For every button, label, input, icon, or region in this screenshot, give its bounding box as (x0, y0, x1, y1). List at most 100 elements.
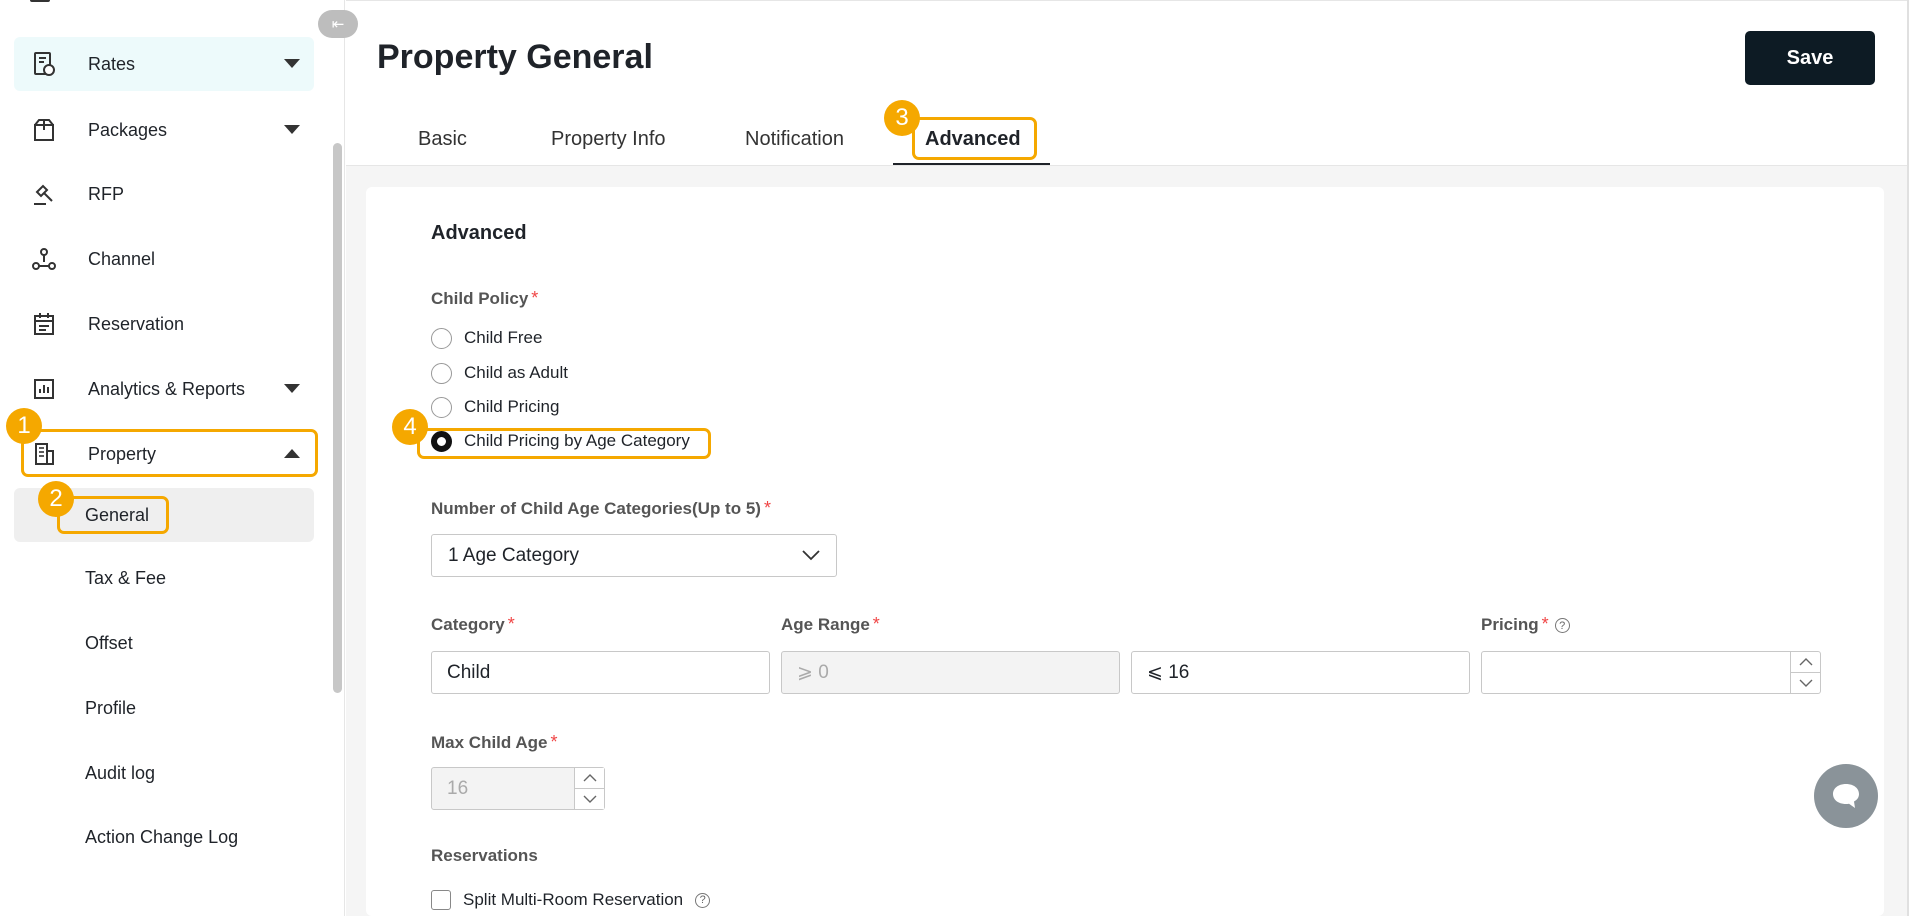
age-min-input: ⩾ 0 (781, 651, 1120, 694)
chevron-down-icon (1799, 679, 1812, 687)
split-multi-room-checkbox[interactable] (431, 890, 451, 910)
required-asterisk: * (531, 288, 539, 308)
radio-button[interactable] (431, 327, 452, 349)
max-child-age-stepper[interactable] (574, 768, 604, 809)
chevron-down-icon (284, 384, 300, 393)
chat-button[interactable] (1814, 764, 1878, 828)
sidebar-item-analytics[interactable]: Analytics & Reports (14, 362, 314, 416)
pricing-label-text: Pricing (1481, 615, 1539, 634)
required-asterisk: * (507, 614, 515, 634)
child-policy-label-text: Child Policy (431, 289, 529, 308)
input-value: 16 (447, 777, 469, 799)
step-badge-4: 4 (392, 409, 428, 445)
category-label-text: Category (431, 615, 505, 634)
num-categories-label: Number of Child Age Categories(Up to 5) * (431, 498, 771, 519)
input-value: ⩾ 0 (797, 662, 829, 683)
sidebar-item-rooms-partial[interactable] (14, 0, 314, 8)
chevron-down-icon (284, 59, 300, 68)
radio-label: Child Free (464, 328, 543, 347)
radio-label: Child as Adult (464, 363, 568, 382)
chat-bubble-icon (1833, 784, 1859, 808)
age-range-label: Age Range * (781, 614, 880, 635)
highlight-property (21, 429, 318, 477)
sidebar-subitem-tax-fee[interactable]: Tax & Fee (14, 551, 314, 605)
chevron-down-icon (284, 125, 300, 134)
rooms-icon (30, 0, 50, 2)
sidebar-subitem-label: Profile (85, 697, 137, 718)
radio-button[interactable] (431, 396, 452, 418)
bar-chart-icon (30, 375, 58, 403)
tab-notification[interactable]: Notification (745, 128, 844, 151)
sidebar-item-label: Packages (88, 119, 168, 140)
collapse-sidebar-button[interactable]: ⇤ (318, 10, 358, 38)
sidebar-item-label: Analytics & Reports (88, 378, 246, 399)
sidebar-subitem-offset[interactable]: Offset (14, 616, 314, 670)
sidebar-subitem-label: Tax & Fee (85, 567, 167, 588)
sidebar-item-label: Rates (88, 53, 136, 74)
sidebar-item-rates[interactable]: Rates (14, 37, 314, 91)
help-icon[interactable]: ? (695, 892, 711, 908)
increment-button[interactable] (575, 768, 604, 788)
sidebar-subitem-profile[interactable]: Profile (14, 681, 314, 735)
sidebar-item-channel[interactable]: Channel (14, 232, 314, 286)
chevron-up-icon (1799, 658, 1812, 666)
collapse-icon: ⇤ (331, 16, 345, 33)
sidebar-item-reservation[interactable]: Reservation (14, 297, 314, 351)
input-value: Child (447, 661, 491, 683)
age-max-input[interactable]: ⩽ 16 (1131, 651, 1470, 694)
sidebar-subitem-label: Audit log (85, 762, 156, 783)
chevron-down-icon (583, 795, 596, 803)
sidebar-item-label: RFP (88, 183, 124, 204)
radio-child-pricing[interactable]: Child Pricing (431, 394, 559, 420)
chevron-up-icon (583, 774, 596, 782)
section-title: Advanced (431, 222, 527, 244)
pricing-label: Pricing *? (1481, 614, 1570, 635)
required-asterisk: * (872, 614, 880, 634)
sidebar-scrollbar[interactable] (333, 143, 342, 693)
packages-icon (30, 116, 58, 144)
sidebar-subitem-label: Action Change Log (85, 826, 239, 847)
max-child-age-input: 16 (431, 767, 605, 810)
num-categories-label-text: Number of Child Age Categories(Up to 5) (431, 499, 761, 518)
step-badge-1: 1 (6, 408, 42, 444)
input-value: ⩽ 16 (1147, 662, 1190, 683)
max-child-age-label: Max Child Age * (431, 732, 558, 753)
num-categories-select[interactable]: 1 Age Category (431, 534, 837, 577)
category-input[interactable]: Child (431, 651, 770, 694)
radio-button[interactable] (431, 362, 452, 384)
radio-child-as-adult[interactable]: Child as Adult (431, 360, 568, 386)
save-button[interactable]: Save (1745, 31, 1875, 85)
select-value: 1 Age Category (448, 544, 579, 566)
decrement-button[interactable] (575, 788, 604, 809)
radio-child-free[interactable]: Child Free (431, 325, 542, 351)
tab-basic[interactable]: Basic (418, 128, 467, 151)
gavel-icon (30, 180, 58, 208)
sidebar-item-rfp[interactable]: RFP (14, 167, 314, 221)
age-range-label-text: Age Range (781, 615, 870, 634)
split-multi-room-checkbox-row[interactable]: Split Multi-Room Reservation ? (431, 890, 711, 910)
channel-icon (30, 245, 58, 273)
category-label: Category * (431, 614, 515, 635)
increment-button[interactable] (1791, 652, 1820, 672)
sidebar-subitem-label: Offset (85, 632, 133, 653)
help-icon[interactable]: ? (1554, 618, 1570, 634)
required-asterisk: * (1541, 614, 1549, 634)
tab-property-info[interactable]: Property Info (551, 128, 666, 151)
max-child-age-label-text: Max Child Age (431, 733, 548, 752)
child-policy-label: Child Policy * (431, 288, 538, 309)
calendar-icon (30, 310, 58, 338)
highlight-advanced-tab (912, 117, 1037, 160)
pricing-input[interactable] (1481, 651, 1821, 694)
sidebar-item-label: Channel (88, 248, 156, 269)
checkbox-label: Split Multi-Room Reservation (463, 890, 684, 909)
sidebar-subitem-audit-log[interactable]: Audit log (14, 746, 314, 800)
page-title: Property General (377, 38, 653, 76)
pricing-stepper[interactable] (1790, 652, 1820, 693)
decrement-button[interactable] (1791, 672, 1820, 693)
sidebar-item-packages[interactable]: Packages (14, 103, 314, 157)
sidebar-subitem-action-change-log[interactable]: Action Change Log (14, 810, 314, 864)
top-border (346, 0, 1909, 4)
reservations-label: Reservations (431, 846, 538, 865)
required-asterisk: * (763, 498, 771, 518)
radio-label: Child Pricing (464, 397, 560, 416)
